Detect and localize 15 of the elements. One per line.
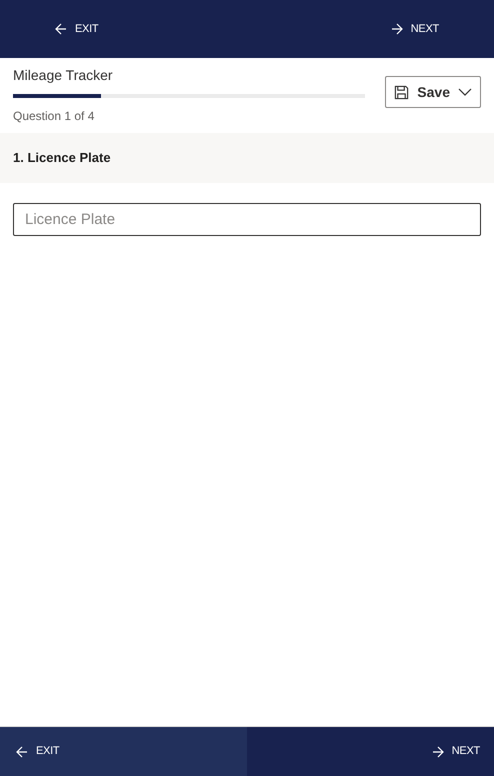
question-heading: 1. Licence Plate — [13, 149, 111, 168]
form-title: Mileage Tracker — [13, 66, 114, 85]
floppy-disk-icon — [394, 84, 410, 100]
next-button[interactable]: NEXT — [247, 727, 494, 776]
forward-arrow-icon — [390, 23, 403, 35]
licence-plate-field[interactable]: Licence Plate — [13, 203, 481, 236]
chevron-down-icon — [458, 88, 472, 96]
exit-button[interactable]: EXIT — [0, 727, 247, 776]
save-button[interactable]: Save — [385, 76, 481, 108]
back-arrow-icon — [55, 23, 67, 35]
exit-button[interactable]: EXIT — [55, 20, 98, 38]
forward-arrow-icon — [432, 746, 444, 758]
back-arrow-icon — [16, 746, 28, 758]
question-counter: Question 1 of 4 — [13, 108, 96, 125]
next-button[interactable]: NEXT — [390, 20, 439, 38]
